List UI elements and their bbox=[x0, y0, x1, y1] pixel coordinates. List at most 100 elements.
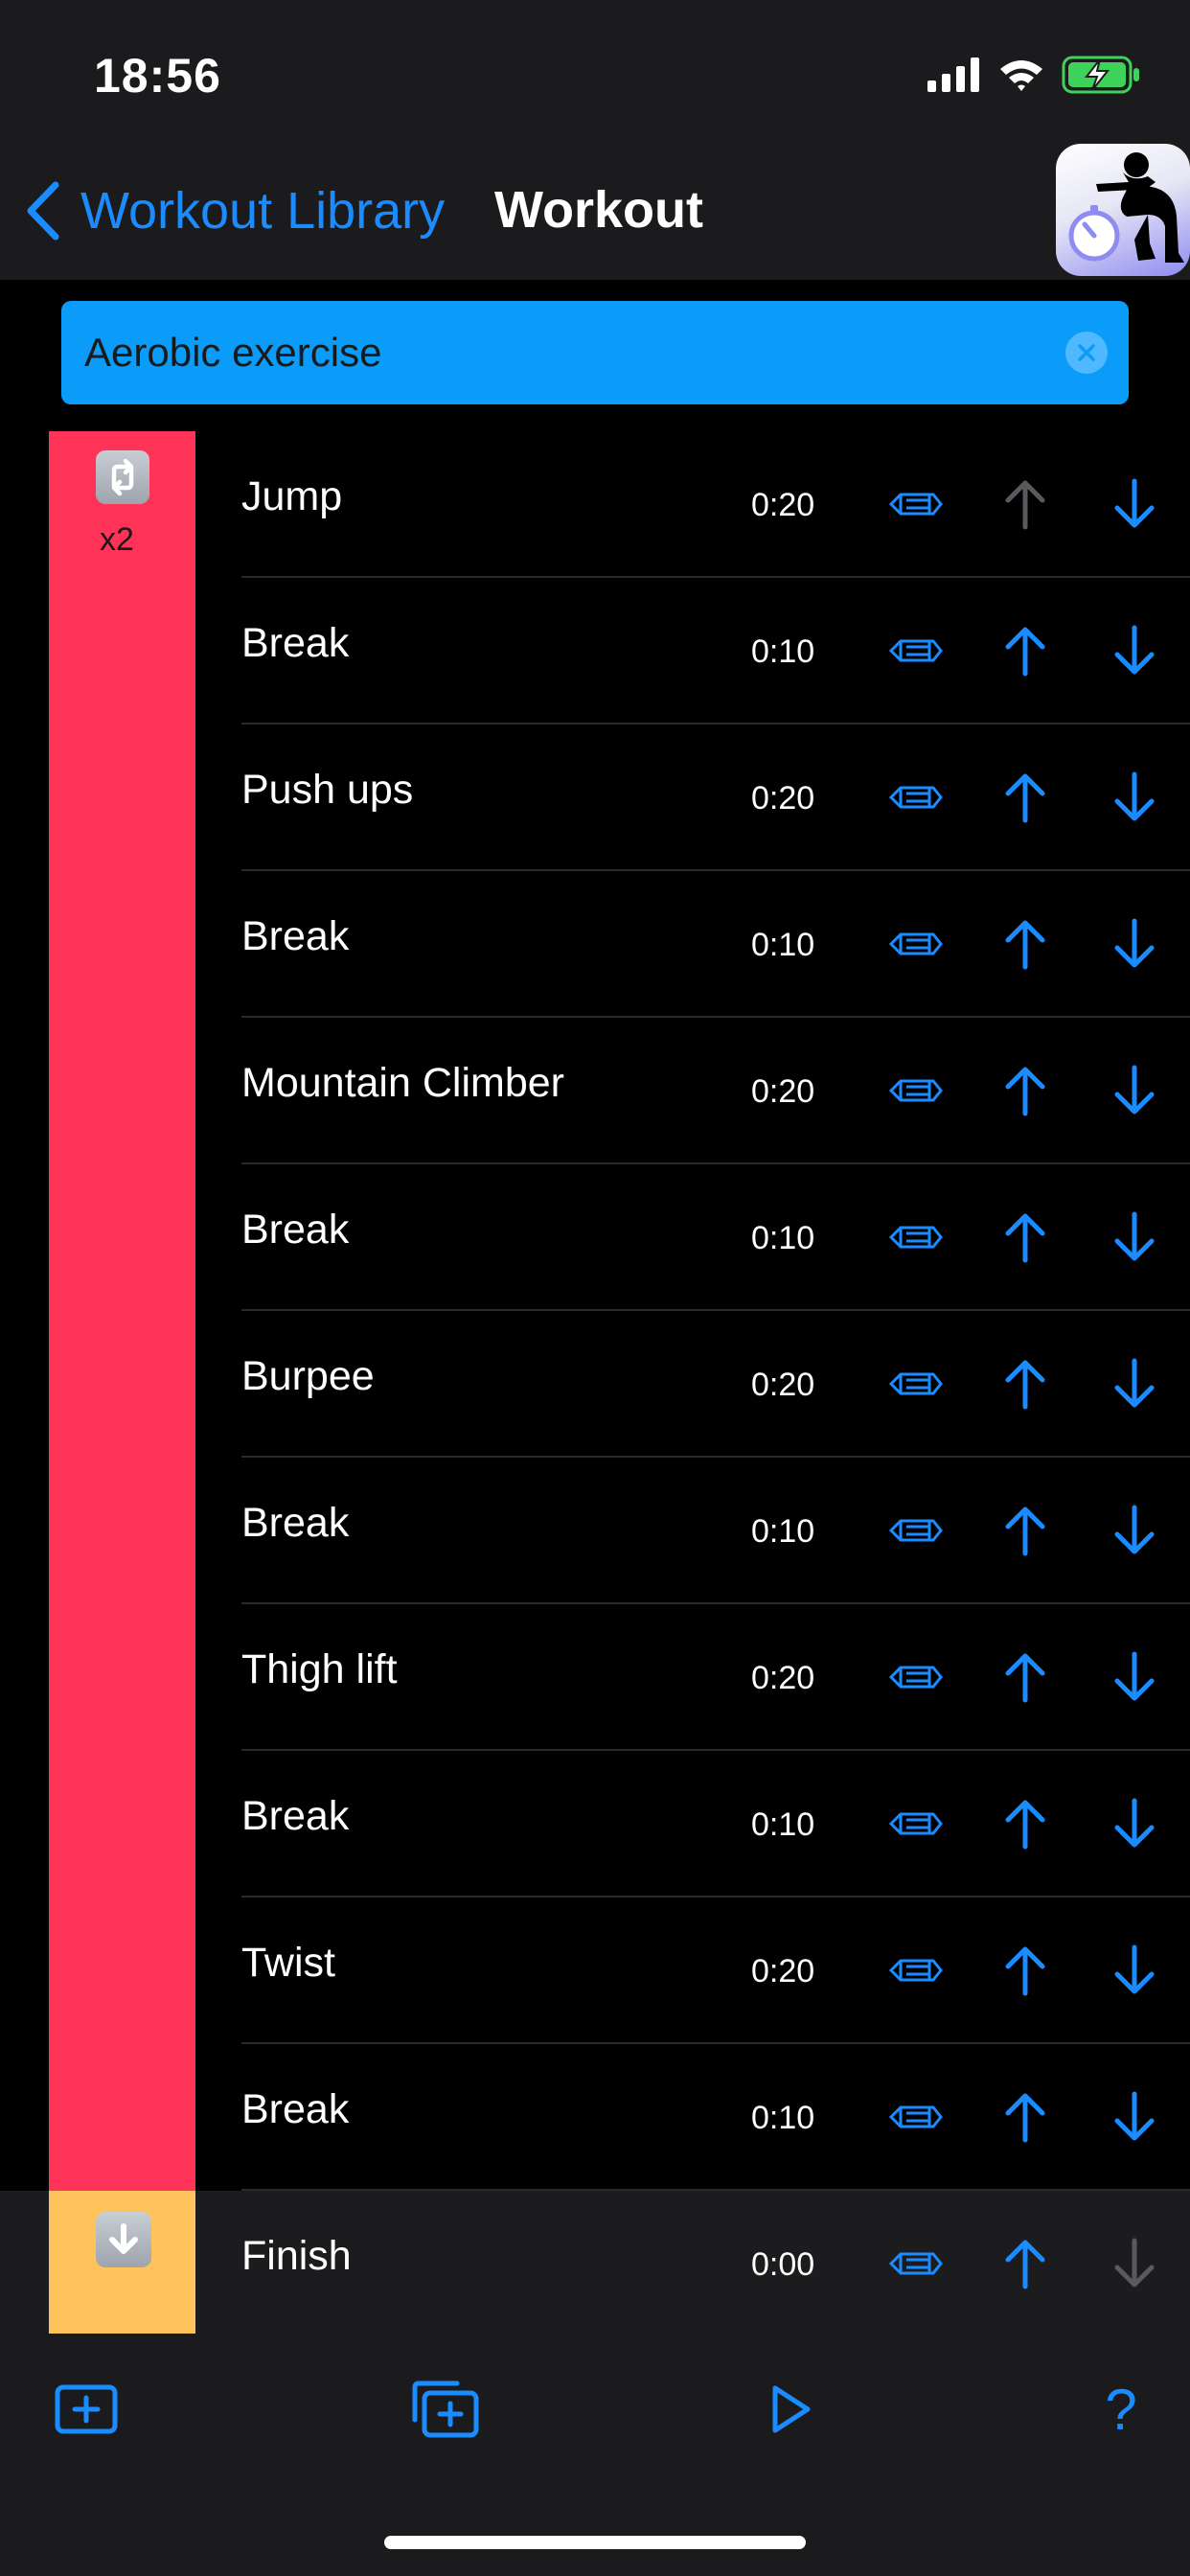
exercise-row[interactable]: Break 0:10 bbox=[0, 1458, 1190, 1604]
edit-pencil-icon[interactable] bbox=[887, 925, 945, 963]
move-down-button[interactable] bbox=[1111, 917, 1157, 971]
exercise-name: Thigh lift bbox=[241, 1646, 398, 1692]
exercise-duration: 0:20 bbox=[751, 1660, 815, 1696]
edit-pencil-icon[interactable] bbox=[887, 632, 945, 670]
exercise-duration: 0:00 bbox=[751, 2246, 815, 2283]
workout-name-value[interactable]: Aerobic exercise bbox=[84, 330, 381, 376]
workout-figure-icon bbox=[1068, 152, 1184, 263]
exercise-duration: 0:10 bbox=[751, 1806, 815, 1843]
repeat-group-strip bbox=[49, 1018, 195, 1164]
edit-pencil-icon[interactable] bbox=[887, 1658, 945, 1696]
arrow-down-icon bbox=[1114, 1944, 1155, 1994]
navigation-bar: Workout Library Workout bbox=[0, 144, 1190, 280]
exercise-list: x2 Jump 0:20 Break 0:10 Push ups 0:20 Break 0:10… bbox=[0, 431, 1190, 2337]
arrow-down-icon bbox=[1114, 2238, 1155, 2288]
edit-pencil-icon[interactable] bbox=[887, 1805, 945, 1843]
arrow-down-icon bbox=[1114, 771, 1155, 821]
move-up-button[interactable] bbox=[1002, 917, 1048, 971]
add-square-icon bbox=[55, 2384, 118, 2434]
status-icons bbox=[927, 54, 1142, 96]
exercise-name: Push ups bbox=[241, 767, 414, 813]
edit-pencil-icon[interactable] bbox=[887, 1365, 945, 1403]
move-down-button[interactable] bbox=[1111, 477, 1157, 531]
exercise-duration: 0:10 bbox=[751, 1513, 815, 1550]
exercise-row[interactable]: Break 0:10 bbox=[0, 871, 1190, 1018]
move-down-button[interactable] bbox=[1111, 2237, 1157, 2290]
move-up-button[interactable] bbox=[1002, 1357, 1048, 1411]
repeat-group-strip bbox=[49, 578, 195, 724]
edit-pencil-icon[interactable] bbox=[887, 1218, 945, 1256]
exercise-row[interactable]: Push ups 0:20 bbox=[0, 724, 1190, 871]
exercise-row[interactable]: Break 0:10 bbox=[0, 2044, 1190, 2191]
exercise-row[interactable]: Thigh lift 0:20 bbox=[0, 1604, 1190, 1751]
move-up-button[interactable] bbox=[1002, 2090, 1048, 2144]
move-down-button[interactable] bbox=[1111, 1357, 1157, 1411]
edit-pencil-icon[interactable] bbox=[887, 485, 945, 523]
back-button[interactable]: Workout Library bbox=[25, 176, 445, 245]
exercise-duration: 0:20 bbox=[751, 1953, 815, 1990]
edit-pencil-icon[interactable] bbox=[887, 2244, 945, 2283]
repeat-count: x2 bbox=[100, 521, 134, 558]
edit-pencil-icon[interactable] bbox=[887, 2098, 945, 2136]
exercise-row[interactable]: Break 0:10 bbox=[0, 1751, 1190, 1898]
down-arrow-badge-icon bbox=[96, 2212, 151, 2267]
move-up-button[interactable] bbox=[1002, 770, 1048, 824]
exercise-row[interactable]: Twist 0:20 bbox=[0, 1898, 1190, 2044]
move-down-button[interactable] bbox=[1111, 1064, 1157, 1117]
help-button[interactable]: ? bbox=[1083, 2376, 1159, 2443]
move-up-button[interactable] bbox=[1002, 1210, 1048, 1264]
exercise-row[interactable]: Break 0:10 bbox=[0, 1164, 1190, 1311]
exercise-row[interactable]: Break 0:10 bbox=[0, 578, 1190, 724]
move-down-button[interactable] bbox=[1111, 2090, 1157, 2144]
question-mark-icon: ? bbox=[1105, 2377, 1137, 2442]
close-icon bbox=[1078, 344, 1095, 361]
add-group-button[interactable] bbox=[406, 2376, 483, 2443]
edit-pencil-icon[interactable] bbox=[887, 1951, 945, 1990]
move-up-button[interactable] bbox=[1002, 1797, 1048, 1851]
move-up-button[interactable] bbox=[1002, 477, 1048, 531]
arrow-down-icon bbox=[1114, 1651, 1155, 1701]
repeat-group-strip bbox=[49, 724, 195, 871]
repeat-group-strip bbox=[49, 1458, 195, 1604]
move-up-button[interactable] bbox=[1002, 624, 1048, 678]
arrow-down-icon bbox=[1114, 1798, 1155, 1848]
move-down-button[interactable] bbox=[1111, 624, 1157, 678]
exercise-row[interactable]: Mountain Climber 0:20 bbox=[0, 1018, 1190, 1164]
exercise-name: Break bbox=[241, 1793, 350, 1839]
move-down-button[interactable] bbox=[1111, 1797, 1157, 1851]
arrow-down-icon bbox=[1114, 1505, 1155, 1554]
arrow-up-icon bbox=[1005, 2093, 1045, 2143]
repeat-group-strip bbox=[49, 871, 195, 1018]
move-down-button[interactable] bbox=[1111, 1210, 1157, 1264]
move-down-button[interactable] bbox=[1111, 1944, 1157, 1997]
chevron-left-icon bbox=[27, 181, 59, 241]
edit-pencil-icon[interactable] bbox=[887, 1511, 945, 1550]
move-up-button[interactable] bbox=[1002, 1504, 1048, 1557]
move-down-button[interactable] bbox=[1111, 770, 1157, 824]
repeat-group-strip bbox=[49, 1898, 195, 2044]
repeat-group-strip bbox=[49, 1751, 195, 1898]
play-button[interactable] bbox=[753, 2376, 830, 2443]
move-up-button[interactable] bbox=[1002, 2237, 1048, 2290]
status-time: 18:56 bbox=[94, 49, 221, 103]
move-down-button[interactable] bbox=[1111, 1650, 1157, 1704]
move-up-button[interactable] bbox=[1002, 1650, 1048, 1704]
arrow-down-icon bbox=[1114, 478, 1155, 528]
arrow-up-icon bbox=[1005, 627, 1045, 677]
workout-name-field[interactable]: Aerobic exercise bbox=[61, 301, 1129, 404]
wifi-icon bbox=[1000, 60, 1042, 91]
move-down-button[interactable] bbox=[1111, 1504, 1157, 1557]
exercise-row[interactable]: Burpee 0:20 bbox=[0, 1311, 1190, 1458]
page-title: Workout bbox=[494, 181, 703, 239]
move-up-button[interactable] bbox=[1002, 1064, 1048, 1117]
exercise-duration: 0:10 bbox=[751, 927, 815, 963]
arrow-up-icon bbox=[1005, 1800, 1045, 1850]
move-up-button[interactable] bbox=[1002, 1944, 1048, 1997]
clear-text-button[interactable] bbox=[1065, 332, 1108, 374]
arrow-down-icon bbox=[1114, 625, 1155, 675]
edit-pencil-icon[interactable] bbox=[887, 1071, 945, 1110]
finish-row[interactable]: Finish 0:00 bbox=[0, 2191, 1190, 2337]
edit-pencil-icon[interactable] bbox=[887, 778, 945, 816]
add-exercise-button[interactable] bbox=[48, 2376, 125, 2443]
exercise-row[interactable]: x2 Jump 0:20 bbox=[0, 431, 1190, 578]
